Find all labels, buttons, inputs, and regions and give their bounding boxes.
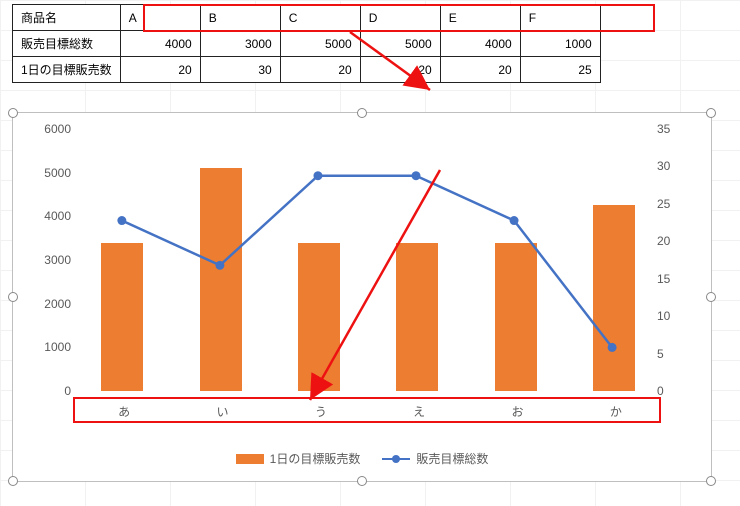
col-header: F <box>520 5 600 31</box>
resize-handle[interactable] <box>357 476 367 486</box>
cell: 20 <box>280 57 360 83</box>
cell: 1000 <box>520 31 600 57</box>
cell: 30 <box>200 57 280 83</box>
ytick-right: 15 <box>657 272 707 286</box>
xtick-label: う <box>315 403 327 420</box>
resize-handle[interactable] <box>357 108 367 118</box>
ytick-left: 2000 <box>21 297 71 311</box>
ytick-right: 25 <box>657 197 707 211</box>
ytick-left: 0 <box>21 384 71 398</box>
x-axis-labels: あいうえおか <box>73 397 661 423</box>
table-row: 販売目標総数 4000 3000 5000 5000 4000 1000 <box>13 31 601 57</box>
col-header: D <box>360 5 440 31</box>
ytick-left: 1000 <box>21 340 71 354</box>
legend-swatch-bar <box>236 454 264 464</box>
chart-bar <box>200 168 242 391</box>
chart-legend: 1日の目標販売数 販売目標総数 <box>13 450 711 467</box>
col-header: A <box>120 5 200 31</box>
ytick-right: 5 <box>657 347 707 361</box>
ytick-left: 6000 <box>21 122 71 136</box>
ytick-right: 30 <box>657 159 707 173</box>
y-axis-right: 05101520253035 <box>657 131 707 391</box>
resize-handle[interactable] <box>8 476 18 486</box>
table-row: 1日の目標販売数 20 30 20 20 20 25 <box>13 57 601 83</box>
legend-item-bar: 1日の目標販売数 <box>236 450 361 467</box>
xtick-label: あ <box>118 403 130 420</box>
row-header-daily: 1日の目標販売数 <box>13 57 121 83</box>
chart-plot-area <box>73 131 661 391</box>
row-header-total: 販売目標総数 <box>13 31 121 57</box>
legend-label: 販売目標総数 <box>416 450 488 467</box>
xtick-label: い <box>216 403 228 420</box>
resize-handle[interactable] <box>706 476 716 486</box>
cell: 4000 <box>120 31 200 57</box>
ytick-left: 5000 <box>21 166 71 180</box>
xtick-label: お <box>511 403 523 420</box>
row-header-product: 商品名 <box>13 5 121 31</box>
cell: 20 <box>440 57 520 83</box>
chart-bar <box>495 243 537 391</box>
chart-container[interactable]: 0 1000 2000 3000 4000 5000 6000 0 5 10 15 20 25 30 35… <box>12 112 712 482</box>
resize-handle[interactable] <box>706 292 716 302</box>
data-table: 商品名 A B C D E F 販売目標総数 4000 3000 5000 50… <box>12 4 601 83</box>
resize-handle[interactable] <box>706 108 716 118</box>
cell: 25 <box>520 57 600 83</box>
ytick-left: 4000 <box>21 209 71 223</box>
resize-handle[interactable] <box>8 292 18 302</box>
legend-item-line: 販売目標総数 <box>382 450 488 467</box>
ytick-right: 10 <box>657 309 707 323</box>
col-header: E <box>440 5 520 31</box>
xtick-label: か <box>610 403 622 420</box>
cell: 3000 <box>200 31 280 57</box>
chart-bar <box>298 243 340 391</box>
legend-swatch-line <box>382 458 410 460</box>
cell: 5000 <box>360 31 440 57</box>
ytick-right: 20 <box>657 234 707 248</box>
ytick-right: 0 <box>657 384 707 398</box>
y-axis-left: 0100020003000400050006000 <box>21 131 71 391</box>
cell: 4000 <box>440 31 520 57</box>
cell: 20 <box>360 57 440 83</box>
cell: 20 <box>120 57 200 83</box>
col-header: B <box>200 5 280 31</box>
chart-bar <box>593 205 635 391</box>
resize-handle[interactable] <box>8 108 18 118</box>
chart-bar <box>101 243 143 391</box>
ytick-right: 35 <box>657 122 707 136</box>
xtick-label: え <box>413 403 425 420</box>
legend-label: 1日の目標販売数 <box>270 450 361 467</box>
chart-bar <box>396 243 438 391</box>
table-row: 商品名 A B C D E F <box>13 5 601 31</box>
ytick-left: 3000 <box>21 253 71 267</box>
col-header: C <box>280 5 360 31</box>
cell: 5000 <box>280 31 360 57</box>
